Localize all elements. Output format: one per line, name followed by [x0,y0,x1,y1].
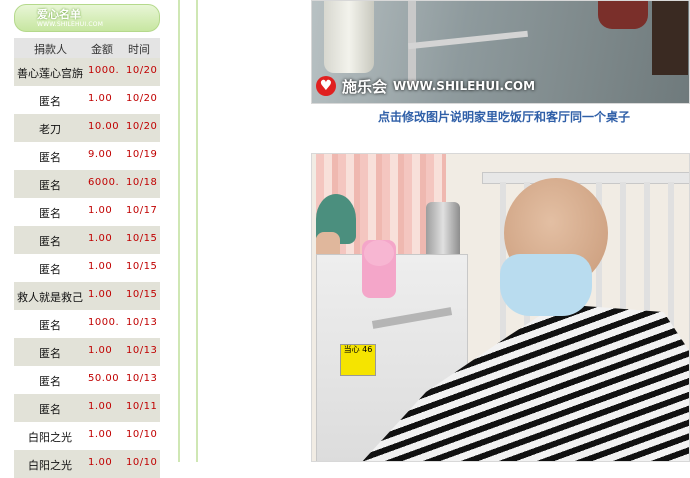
watermark-brand: 施乐会 [342,77,388,96]
table-row: 匿名 1000. 10/13 [14,310,160,338]
column-header-time: 时间 [128,43,150,56]
donor-amount: 9.00 [88,149,113,160]
donor-amount: 1000. [88,317,118,328]
photo-pig-cup [362,240,396,298]
donor-amount: 1.00 [88,401,113,412]
donor-time: 10/13 [126,345,158,356]
column-header-donor: 捐款人 [34,43,67,56]
table-row: 匿名 1.00 10/13 [14,338,160,366]
donor-name[interactable]: 匿名 [14,233,86,249]
donor-table: 善心莲心宫旃 1000. 10/20 匿名 1.00 10/20 老刀 10.0… [14,58,160,478]
donor-time: 10/13 [126,373,158,384]
donor-amount: 1.00 [88,457,113,468]
donor-amount: 1.00 [88,345,113,356]
donor-time: 10/18 [126,177,158,188]
donor-name[interactable]: 白阳之光 [14,429,86,445]
photo-face-mask [500,254,592,316]
table-row: 老刀 10.00 10/20 [14,114,160,142]
donor-name[interactable]: 匿名 [14,401,86,417]
watermark-url: WWW.SHILEHUI.COM [393,79,536,93]
donor-amount: 1.00 [88,261,113,272]
sidebar-divider [178,0,180,462]
donor-time: 10/20 [126,121,158,132]
donor-time: 10/13 [126,317,158,328]
donor-name[interactable]: 老刀 [14,121,86,137]
column-header-amount: 金额 [91,43,113,56]
photo-shoe [598,1,648,29]
patient-photo[interactable]: 当心 46 [311,153,690,462]
table-row: 匿名 6000. 10/18 [14,170,160,198]
table-row: 匿名 1.00 10/20 [14,86,160,114]
table-row: 善心莲心宫旃 1000. 10/20 [14,58,160,86]
donor-time: 10/20 [126,65,158,76]
donor-name[interactable]: 匿名 [14,149,86,165]
donor-name[interactable]: 善心莲心宫旃 [14,65,86,81]
donor-list-header: 爱心名单 WWW.SHILEHUI.COM [14,4,160,32]
donor-amount: 1.00 [88,205,113,216]
content-divider [196,0,198,462]
donor-amount: 1000. [88,65,118,76]
donor-time: 10/15 [126,233,158,244]
donor-name[interactable]: 匿名 [14,317,86,333]
table-row: 匿名 1.00 10/15 [14,226,160,254]
photo-bucket [324,1,374,73]
donor-list-subtitle: WWW.SHILEHUI.COM [37,21,104,28]
donor-amount: 1.00 [88,429,113,440]
donor-time: 10/15 [126,289,158,300]
table-row: 匿名 1.00 10/11 [14,394,160,422]
table-row: 匿名 9.00 10/19 [14,142,160,170]
donor-time: 10/10 [126,429,158,440]
table-row: 匿名 50.00 10/13 [14,366,160,394]
table-row: 匿名 1.00 10/15 [14,254,160,282]
cabinet-sticker: 当心 46 [340,344,376,376]
donor-time: 10/15 [126,261,158,272]
donor-name[interactable]: 匿名 [14,93,86,109]
table-row: 白阳之光 1.00 10/10 [14,422,160,450]
donor-amount: 1.00 [88,289,113,300]
donor-table-header: 捐款人 金额 时间 [14,38,160,59]
donor-time: 10/20 [126,93,158,104]
donor-amount: 50.00 [88,373,118,384]
table-row: 救人就是救己 1.00 10/15 [14,282,160,310]
photo-caption-link[interactable]: 点击修改图片说明家里吃饭厅和客厅同一个桌子 [378,108,690,125]
donor-time: 10/17 [126,205,158,216]
donor-name[interactable]: 匿名 [14,177,86,193]
donor-time: 10/10 [126,457,158,468]
donor-amount: 1.00 [88,93,113,104]
hospital-floor-photo[interactable]: ♥ 施乐会 WWW.SHILEHUI.COM [311,0,690,104]
donor-time: 10/11 [126,401,158,412]
donor-name[interactable]: 白阳之光 [14,457,86,473]
donor-amount: 10.00 [88,121,118,132]
watermark: ♥ 施乐会 WWW.SHILEHUI.COM [316,73,535,99]
donor-name[interactable]: 匿名 [14,205,86,221]
donor-panel: 爱心名单 WWW.SHILEHUI.COM 捐款人 金额 时间 善心莲心宫旃 1… [0,0,182,478]
table-row: 白阳之光 1.00 10/10 [14,450,160,478]
photo-chair [652,1,688,75]
donor-name[interactable]: 救人就是救己 [14,289,86,305]
donor-name[interactable]: 匿名 [14,345,86,361]
donor-name[interactable]: 匿名 [14,373,86,389]
donor-amount: 1.00 [88,233,113,244]
donor-list-title: 爱心名单 [37,8,81,21]
table-row: 匿名 1.00 10/17 [14,198,160,226]
heart-logo-icon: ♥ [316,76,336,96]
pig-face [364,240,394,266]
donor-time: 10/19 [126,149,158,160]
donor-name[interactable]: 匿名 [14,261,86,277]
donor-amount: 6000. [88,177,118,188]
